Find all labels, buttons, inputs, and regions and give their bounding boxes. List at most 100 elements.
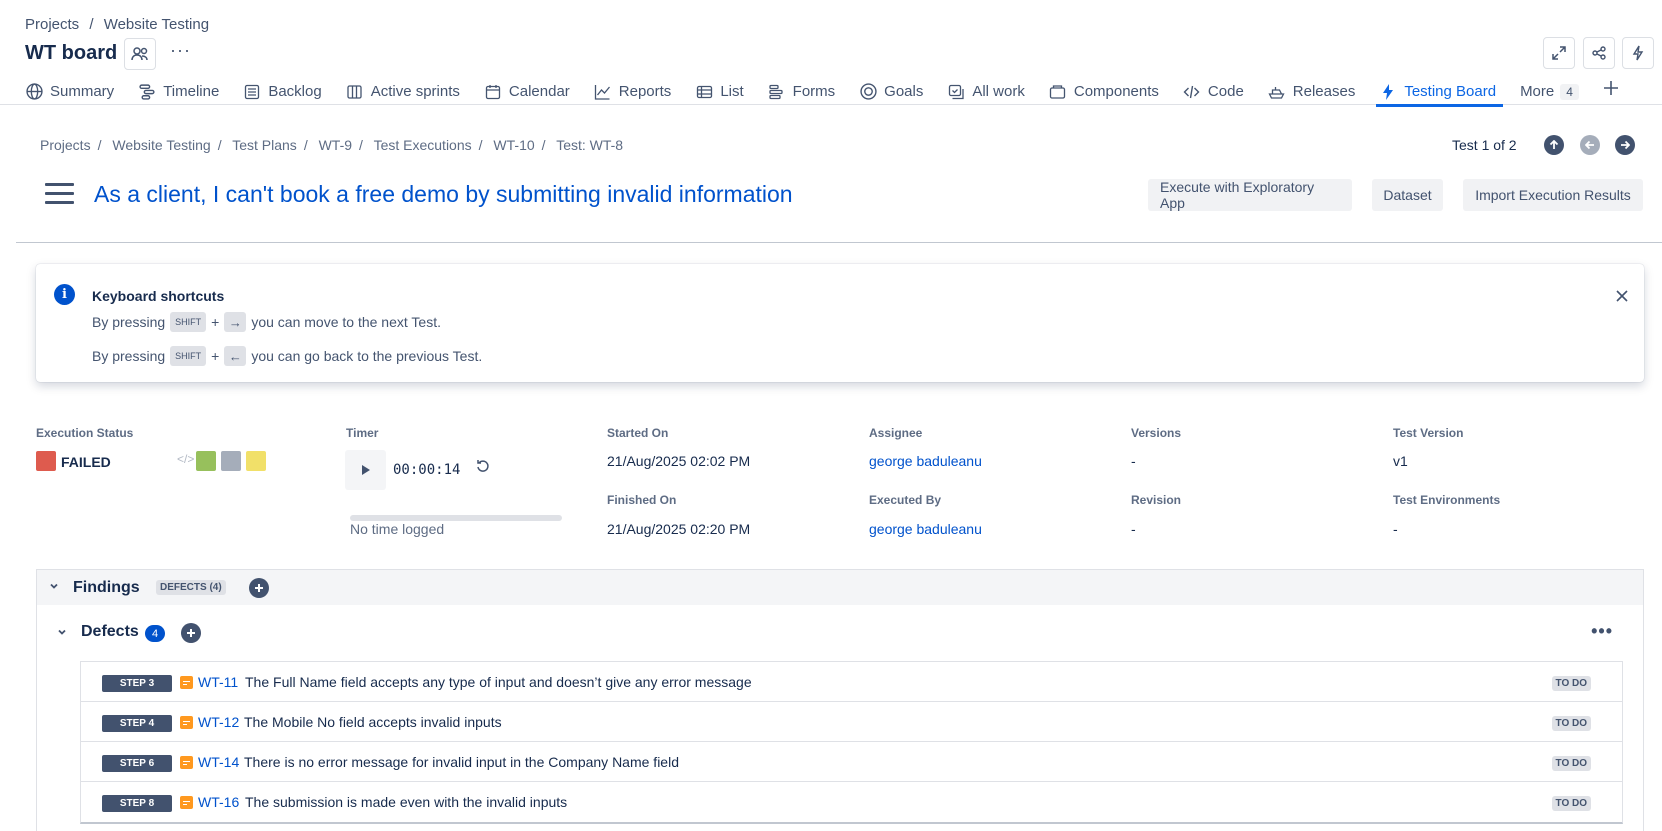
keyboard-shortcuts-banner: i Keyboard shortcuts By pressing SHIFT +… xyxy=(36,264,1644,382)
team-button[interactable] xyxy=(124,38,156,70)
crumb-separator: / xyxy=(541,137,546,153)
tab-list[interactable]: List xyxy=(695,78,744,105)
crumb-wt-9[interactable]: WT-9 xyxy=(319,137,352,153)
arrow-right-icon xyxy=(1621,140,1630,150)
crumb-website-testing[interactable]: Website Testing xyxy=(112,137,210,153)
bug-issue-icon xyxy=(180,796,193,809)
execution-status-value[interactable]: FAILED xyxy=(61,454,111,470)
finished-on-value[interactable]: 21/Aug/2025 02:20 PM xyxy=(607,521,750,537)
shift-key: SHIFT xyxy=(170,312,207,332)
tab-label: Reports xyxy=(618,83,672,100)
assignee-value[interactable]: george baduleanu xyxy=(869,453,982,469)
test-breadcrumb: Projects / Website Testing / Test Plans / W… xyxy=(40,137,628,153)
defects-title: Defects xyxy=(81,623,139,640)
tab-reports[interactable]: Reports xyxy=(594,78,672,105)
add-defect-button[interactable] xyxy=(181,623,201,643)
menu-toggle-button[interactable] xyxy=(45,183,74,210)
shortcut-next-line: By pressing SHIFT + → you can move to th… xyxy=(92,312,441,332)
executing-status-option[interactable] xyxy=(246,451,266,471)
issue-key-link[interactable]: WT-11 xyxy=(198,674,238,690)
close-icon[interactable] xyxy=(1616,286,1628,307)
tab-releases[interactable]: Releases xyxy=(1268,78,1355,105)
tab-summary[interactable]: Summary xyxy=(25,78,114,105)
tab-backlog[interactable]: Backlog xyxy=(243,78,322,105)
issue-key-link[interactable]: WT-16 xyxy=(198,794,239,810)
crumb-test-wt-8: Test: WT-8 xyxy=(556,137,624,153)
issue-key-link[interactable]: WT-12 xyxy=(198,714,239,730)
table-row[interactable]: STEP 4 WT-12 The Mobile No field accepts… xyxy=(81,702,1622,742)
versions-label: Versions xyxy=(1131,426,1182,440)
table-row[interactable]: STEP 6 WT-14 There is no error message f… xyxy=(81,742,1622,782)
next-test-button[interactable] xyxy=(1615,135,1635,155)
shortcut-text: By pressing xyxy=(92,314,166,330)
tab-calendar[interactable]: Calendar xyxy=(484,78,570,105)
crumb-projects[interactable]: Projects xyxy=(25,16,79,33)
revision-value[interactable]: - xyxy=(1131,521,1136,537)
test-title[interactable]: As a client, I can't book a free demo by… xyxy=(94,181,793,208)
automation-button[interactable] xyxy=(1622,37,1654,69)
import-results-button[interactable]: Import Execution Results xyxy=(1463,179,1643,211)
bug-issue-icon xyxy=(180,756,193,769)
defects-count-tag: DEFECTS (4) xyxy=(156,580,226,595)
tab-goals[interactable]: Goals xyxy=(859,78,923,105)
status-badge: TO DO xyxy=(1551,796,1591,811)
shortcut-previous-line: By pressing SHIFT + ← you can go back to… xyxy=(92,346,482,366)
chevron-down-icon[interactable] xyxy=(57,627,67,640)
reset-timer-icon[interactable] xyxy=(476,459,490,478)
tab-code[interactable]: Code xyxy=(1183,78,1244,105)
arrow-left-icon xyxy=(1585,140,1594,150)
timeline-icon xyxy=(138,83,156,101)
tab-label: Code xyxy=(1207,83,1244,100)
share-button[interactable] xyxy=(1583,37,1615,69)
add-tab-button[interactable] xyxy=(1603,74,1619,101)
tab-timeline[interactable]: Timeline xyxy=(138,78,219,105)
crumb-separator: / xyxy=(217,137,222,153)
tab-more[interactable]: More 4 xyxy=(1520,78,1579,105)
started-on-value[interactable]: 21/Aug/2025 02:02 PM xyxy=(607,453,750,469)
tab-label: Testing Board xyxy=(1404,83,1497,100)
crumb-test-executions[interactable]: Test Executions xyxy=(374,137,472,153)
tab-forms[interactable]: Forms xyxy=(768,78,835,105)
previous-test-button[interactable] xyxy=(1580,135,1600,155)
crumb-projects[interactable]: Projects xyxy=(40,137,91,153)
step-tag: STEP 6 xyxy=(102,755,172,772)
tab-active-sprints[interactable]: Active sprints xyxy=(346,78,460,105)
todo-status-option[interactable] xyxy=(221,451,241,471)
issue-key-link[interactable]: WT-14 xyxy=(198,754,239,770)
forms-icon xyxy=(768,83,786,101)
tab-components[interactable]: Components xyxy=(1049,78,1159,105)
issue-summary: There is no error message for invalid in… xyxy=(244,754,679,770)
tab-all-work[interactable]: All work xyxy=(947,78,1025,105)
crumb-wt-10[interactable]: WT-10 xyxy=(493,137,534,153)
board-more-button[interactable]: ··· xyxy=(170,40,191,61)
findings-header[interactable]: Findings DEFECTS (4) xyxy=(37,570,1643,605)
plus-text: + xyxy=(211,314,220,330)
chevron-down-icon[interactable] xyxy=(49,581,59,594)
table-row[interactable]: STEP 3 WT-11 The Full Name field accepts… xyxy=(81,662,1622,702)
executed-by-label: Executed By xyxy=(869,493,942,507)
defects-count-badge: 4 xyxy=(145,625,165,642)
assignee-label: Assignee xyxy=(869,426,923,440)
return-up-button[interactable] xyxy=(1544,135,1564,155)
globe-icon xyxy=(25,83,43,101)
tab-testing-board[interactable]: Testing Board xyxy=(1376,78,1503,107)
table-row[interactable]: STEP 8 WT-16 The submission is made even… xyxy=(81,782,1622,822)
tab-label: Components xyxy=(1073,83,1159,100)
dataset-button[interactable]: Dataset xyxy=(1372,179,1443,211)
tab-label: All work xyxy=(972,83,1025,100)
revision-label: Revision xyxy=(1131,493,1182,507)
fullscreen-button[interactable] xyxy=(1543,37,1575,69)
started-on-label: Started On xyxy=(607,426,669,440)
versions-value: - xyxy=(1131,453,1136,469)
failed-status-swatch[interactable] xyxy=(36,451,56,471)
execute-exploratory-button[interactable]: Execute with Exploratory App xyxy=(1148,179,1352,211)
add-finding-button[interactable] xyxy=(249,578,269,598)
timer-play-button[interactable] xyxy=(345,450,386,490)
executed-by-value[interactable]: george baduleanu xyxy=(869,521,982,537)
bolt-icon xyxy=(1379,83,1397,101)
bug-issue-icon xyxy=(180,676,193,689)
crumb-website-testing[interactable]: Website Testing xyxy=(104,16,209,33)
crumb-test-plans[interactable]: Test Plans xyxy=(232,137,297,153)
more-options-icon[interactable]: ••• xyxy=(1591,621,1613,642)
pass-status-option[interactable] xyxy=(196,451,216,471)
